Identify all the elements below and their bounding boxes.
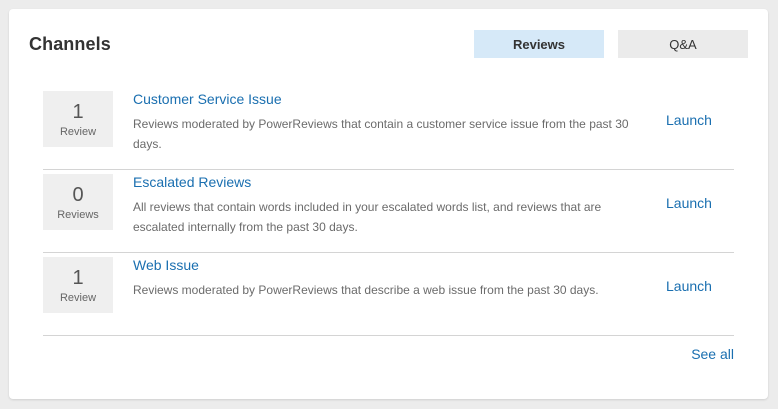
count-unit: Review [59, 291, 97, 304]
channel-row-escalated: 0 Reviews Escalated Reviews All reviews … [43, 170, 734, 253]
channel-list: 1 Review Customer Service Issue Reviews … [43, 87, 734, 336]
channels-card: Channels Reviews Q&A 1 Review Customer S… [9, 9, 768, 399]
channel-title-link[interactable]: Escalated Reviews [133, 174, 251, 190]
channel-title-link[interactable]: Web Issue [133, 257, 199, 273]
launch-link[interactable]: Launch [666, 278, 712, 294]
channel-description: Reviews moderated by PowerReviews that c… [133, 117, 629, 151]
channel-title-link[interactable]: Customer Service Issue [133, 91, 282, 107]
count-badge: 1 Review [43, 91, 113, 147]
count-badge: 1 Review [43, 257, 113, 313]
channel-row-web-issue: 1 Review Web Issue Reviews moderated by … [43, 253, 734, 336]
card-title: Channels [29, 34, 111, 54]
launch-link[interactable]: Launch [666, 112, 712, 128]
channel-description: All reviews that contain words included … [133, 200, 602, 234]
count-badge: 0 Reviews [43, 174, 113, 230]
count-unit: Reviews [57, 208, 99, 221]
channel-row-customer-service: 1 Review Customer Service Issue Reviews … [43, 87, 734, 170]
count-number: 1 [72, 100, 84, 123]
count-unit: Review [59, 125, 97, 138]
see-all-link[interactable]: See all [691, 346, 734, 362]
count-number: 0 [72, 183, 84, 206]
count-number: 1 [72, 266, 84, 289]
tab-reviews[interactable]: Reviews [474, 30, 604, 58]
tab-qa[interactable]: Q&A [618, 30, 748, 58]
channel-description: Reviews moderated by PowerReviews that d… [133, 283, 599, 297]
launch-link[interactable]: Launch [666, 195, 712, 211]
